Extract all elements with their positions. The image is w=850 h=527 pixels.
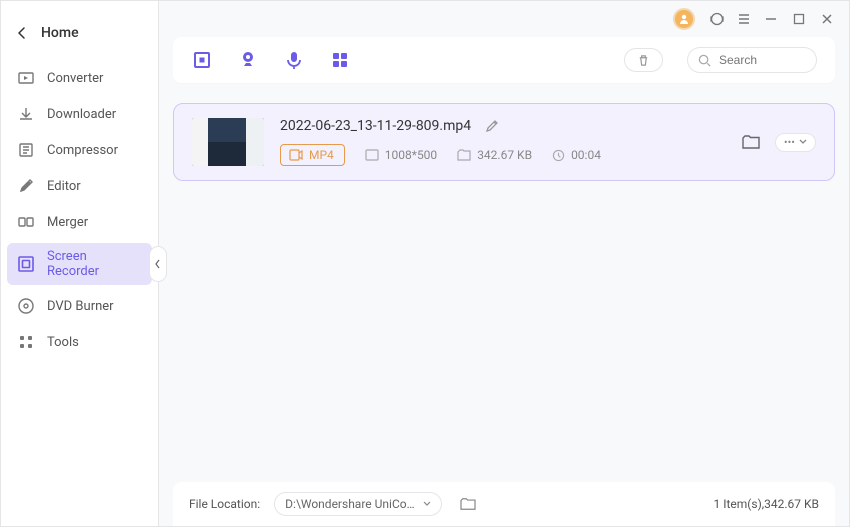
resolution-meta: 1008*500 [365, 148, 437, 162]
sidebar-item-screen-recorder[interactable]: Screen Recorder [7, 243, 152, 285]
dvd-burner-icon [17, 297, 35, 315]
duration-meta: 00:04 [552, 148, 601, 162]
converter-icon [17, 69, 35, 87]
footer-bar: File Location: D:\Wondershare UniConvert… [173, 482, 835, 526]
nav-label: Editor [47, 179, 81, 194]
nav-label: Compressor [47, 143, 118, 158]
back-icon [17, 27, 27, 39]
nav-label: Screen Recorder [47, 249, 142, 279]
nav-list: Converter Downloader Compressor Editor [1, 59, 158, 361]
nav-label: Downloader [47, 107, 116, 122]
sidebar-item-converter[interactable]: Converter [7, 63, 152, 93]
sidebar-item-dvd-burner[interactable]: DVD Burner [7, 291, 152, 321]
format-badge[interactable]: MP4 [280, 144, 345, 166]
search-input[interactable] [717, 52, 806, 68]
file-location-label: File Location: [189, 497, 260, 511]
edit-filename-icon[interactable] [485, 119, 499, 133]
support-icon[interactable] [709, 11, 723, 27]
item-filename: 2022-06-23_13-11-29-809.mp4 [280, 118, 471, 134]
item-body: 2022-06-23_13-11-29-809.mp4 MP4 1008*500 [280, 118, 723, 166]
video-thumbnail [192, 118, 264, 166]
more-actions-button[interactable]: ••• [775, 133, 816, 152]
sidebar: Home Converter Downloader Compressor [1, 1, 159, 526]
file-location-path: D:\Wondershare UniConverter 1 [285, 497, 415, 511]
tools-icon [17, 333, 35, 351]
recorder-toolbar [173, 37, 835, 83]
sidebar-item-downloader[interactable]: Downloader [7, 99, 152, 129]
nav-label: Converter [47, 71, 103, 86]
browse-folder-icon[interactable] [456, 492, 480, 516]
sidebar-item-compressor[interactable]: Compressor [7, 135, 152, 165]
downloader-icon [17, 105, 35, 123]
user-avatar[interactable] [673, 8, 695, 30]
search-icon [698, 54, 711, 67]
sidebar-item-editor[interactable]: Editor [7, 171, 152, 201]
audio-record-mode-icon[interactable] [283, 49, 305, 71]
nav-label: Merger [47, 215, 88, 230]
footer-summary: 1 Item(s),342.67 KB [713, 497, 819, 511]
sidebar-item-merger[interactable]: Merger [7, 207, 152, 237]
screen-recorder-icon [17, 255, 35, 273]
menu-icon[interactable] [737, 12, 751, 26]
nav-label: DVD Burner [47, 299, 114, 314]
sidebar-collapse-handle[interactable] [149, 246, 167, 282]
screen-record-mode-icon[interactable] [191, 49, 213, 71]
compressor-icon [17, 141, 35, 159]
apps-grid-mode-icon[interactable] [329, 49, 351, 71]
recording-item[interactable]: 2022-06-23_13-11-29-809.mp4 MP4 1008*500 [173, 103, 835, 181]
close-icon[interactable] [821, 13, 835, 25]
nav-label: Tools [47, 335, 79, 350]
titlebar [159, 1, 849, 37]
maximize-icon[interactable] [793, 13, 807, 25]
item-actions: ••• [739, 130, 816, 154]
format-label: MP4 [309, 148, 334, 162]
open-folder-icon[interactable] [739, 130, 763, 154]
sidebar-item-tools[interactable]: Tools [7, 327, 152, 357]
more-icon: ••• [784, 136, 795, 149]
minimize-icon[interactable] [765, 13, 779, 25]
home-nav[interactable]: Home [1, 7, 158, 59]
editor-icon [17, 177, 35, 195]
main-panel: 2022-06-23_13-11-29-809.mp4 MP4 1008*500 [159, 1, 849, 526]
file-location-select[interactable]: D:\Wondershare UniConverter 1 [274, 492, 442, 516]
delete-button[interactable] [624, 48, 663, 72]
home-label: Home [41, 25, 79, 41]
search-box[interactable] [687, 47, 817, 73]
webcam-record-mode-icon[interactable] [237, 49, 259, 71]
filesize-meta: 342.67 KB [457, 148, 532, 162]
merger-icon [17, 213, 35, 231]
